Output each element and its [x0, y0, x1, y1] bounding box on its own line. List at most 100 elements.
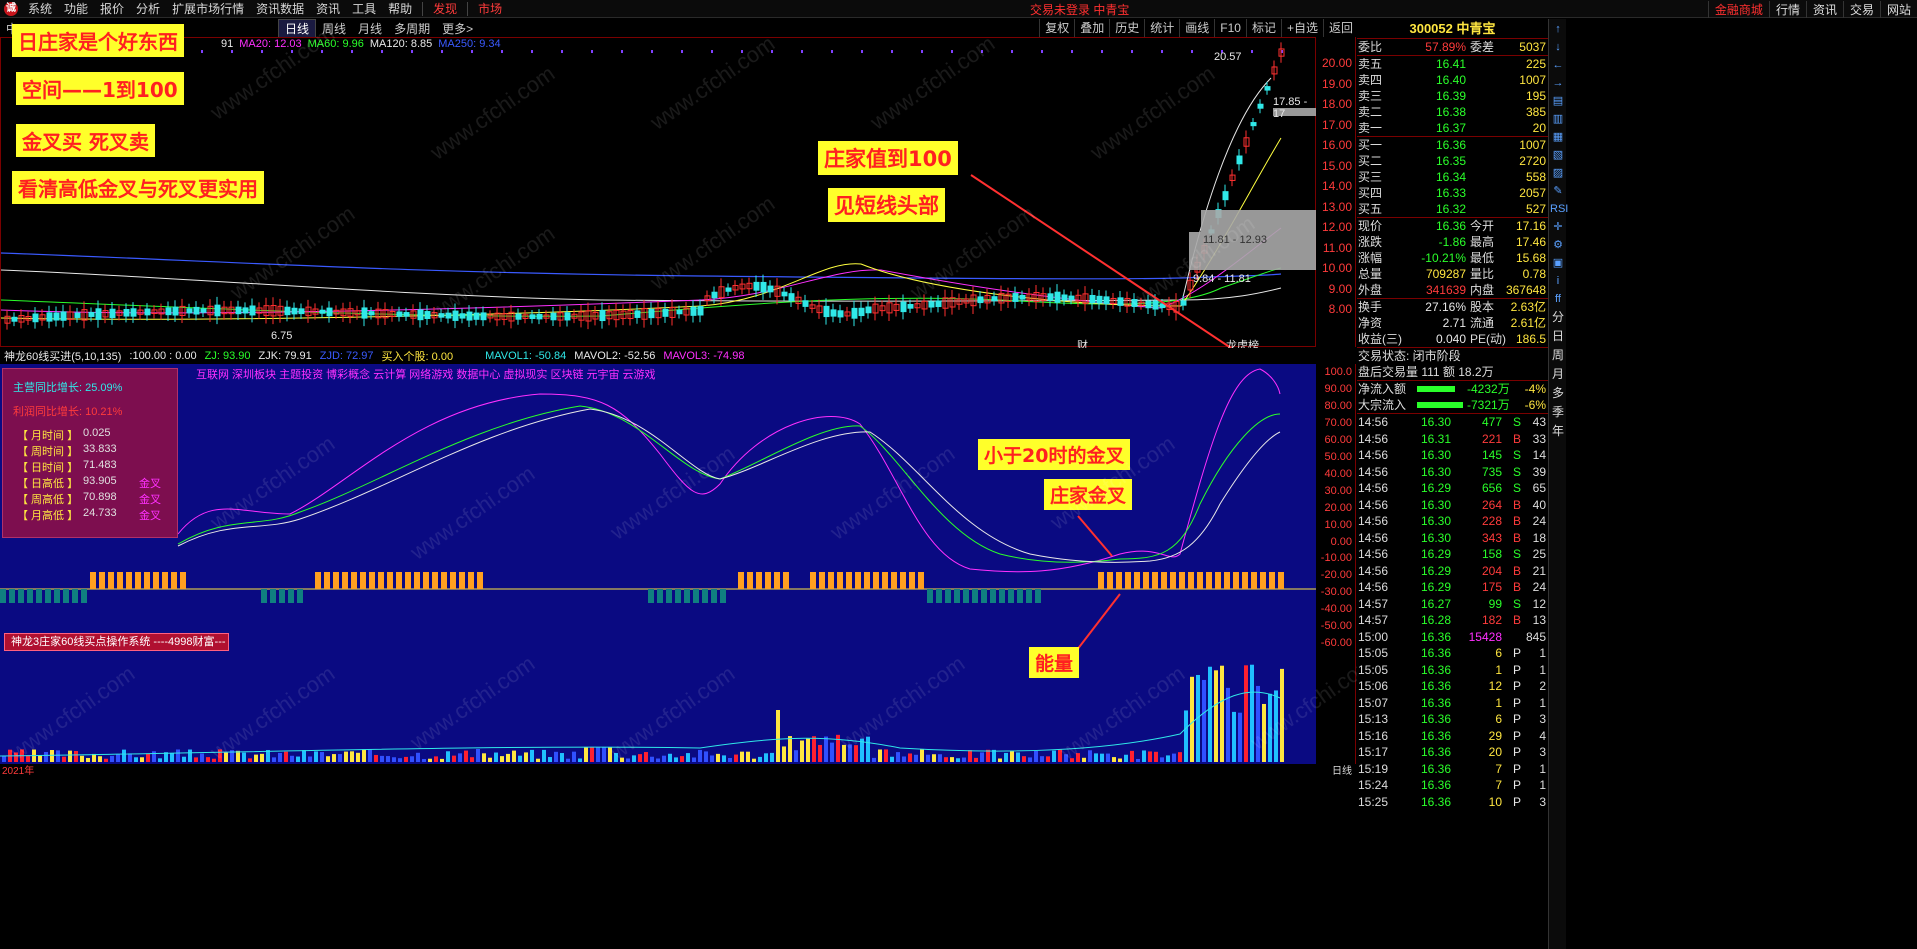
- stat-row-label2: 内盘: [1470, 283, 1495, 297]
- layout-icon[interactable]: ▣: [1550, 255, 1566, 271]
- period-side-button[interactable]: 年: [1550, 422, 1566, 440]
- chart2-icon[interactable]: ▥: [1550, 111, 1566, 127]
- system-banner-button[interactable]: 神龙3庄家60线买点操作系统 ----4998财富---: [4, 633, 229, 651]
- flow-percent: -4%: [1524, 382, 1546, 396]
- add-watchlist-button[interactable]: +自选: [1280, 19, 1323, 37]
- gear-icon[interactable]: ⚙: [1550, 237, 1566, 253]
- volume-bar: [338, 754, 342, 762]
- period-side-button[interactable]: 日: [1550, 327, 1566, 345]
- news-button[interactable]: 资讯: [1805, 0, 1843, 18]
- menu-discover[interactable]: 发现: [427, 0, 463, 17]
- period-weekly-tab[interactable]: 周线: [316, 20, 352, 37]
- restore-rights-button[interactable]: 复权: [1039, 19, 1074, 37]
- list-icon[interactable]: ▨: [1550, 165, 1566, 181]
- rsi-icon[interactable]: RSI: [1550, 201, 1568, 217]
- flow-label: 大宗流入: [1358, 398, 1407, 412]
- down-arrow-icon[interactable]: ↓: [1550, 39, 1566, 55]
- quote-button[interactable]: 行情: [1768, 0, 1806, 18]
- volume-bar: [1202, 679, 1206, 762]
- period-daily-tab[interactable]: 日线: [278, 18, 317, 38]
- fund-row: 收益(三) 0.040 PE(动) 186.5: [1357, 331, 1548, 347]
- period-side-button[interactable]: 周: [1550, 346, 1566, 364]
- energy-bar: [423, 572, 429, 589]
- period-side-button[interactable]: 季: [1550, 403, 1566, 421]
- mark-button[interactable]: 标记: [1245, 19, 1281, 37]
- back-button[interactable]: 返回: [1322, 19, 1358, 37]
- signal-dot: [381, 50, 383, 53]
- trade-button[interactable]: 交易: [1842, 0, 1880, 18]
- volume-bar: [794, 750, 798, 762]
- history-button[interactable]: 历史: [1109, 19, 1144, 37]
- energy-bar: [477, 572, 483, 589]
- volume-bar: [698, 749, 702, 762]
- menu-help[interactable]: 帮助: [382, 0, 418, 17]
- tick-row: 14:56 16.30 343 B 18: [1357, 530, 1548, 547]
- tick-time: 14:56: [1358, 563, 1389, 578]
- chart3-icon[interactable]: ▦: [1550, 129, 1566, 145]
- tick-volume: 228: [1481, 514, 1502, 528]
- period-more-tab[interactable]: 更多>: [436, 20, 479, 37]
- menu-info[interactable]: 资讯: [310, 0, 346, 17]
- candle-body: [32, 313, 39, 323]
- energy-bar: [459, 572, 465, 589]
- tick-price: 16.36: [1421, 761, 1452, 776]
- pen-icon[interactable]: ✎: [1550, 183, 1566, 199]
- price-tick: 11.00: [1322, 240, 1352, 255]
- tick-list[interactable]: 14:56 16.30 477 S 43 14:56 16.31 221 B 33 14:56 16.…: [1357, 414, 1548, 810]
- overlay-button[interactable]: 叠加: [1074, 19, 1109, 37]
- tick-row: 15:17 16.36 20 P 3: [1357, 744, 1548, 761]
- volume-bar: [674, 757, 678, 762]
- menu-tools[interactable]: 工具: [346, 0, 382, 17]
- menu-quote[interactable]: 报价: [94, 0, 130, 17]
- period-multi-tab[interactable]: 多周期: [388, 20, 436, 37]
- energy-bar: [315, 572, 321, 589]
- volume-bar: [1214, 670, 1218, 762]
- day-highlow-flag: 金叉: [139, 478, 161, 490]
- period-side-button[interactable]: 月: [1550, 365, 1566, 383]
- stats-button[interactable]: 统计: [1144, 19, 1179, 37]
- tick-price: 16.29: [1421, 481, 1452, 495]
- stock-header[interactable]: 300052 中青宝: [1357, 19, 1548, 39]
- candle-body: [1012, 293, 1019, 302]
- volume-bar: [1064, 754, 1068, 762]
- volume-bar: [776, 710, 780, 762]
- indicator-name[interactable]: 神龙60线买进(5,10,135): [0, 348, 125, 364]
- indicator-chart[interactable]: 互联网 深圳板块 主题投资 博彩概念 云计算 网络游戏 数据中心 虚拟现实 区块…: [0, 364, 1316, 764]
- volume-bar: [50, 750, 54, 762]
- energy-bar: [81, 589, 87, 603]
- menu-system[interactable]: 系统: [22, 0, 58, 17]
- energy-bar: [1035, 589, 1041, 603]
- order-diff-value: 5037: [1519, 40, 1546, 54]
- up-arrow-icon[interactable]: ↑: [1550, 21, 1566, 37]
- cross-icon[interactable]: ✛: [1550, 219, 1566, 235]
- flow-percent: -6%: [1524, 398, 1546, 412]
- volume-bar: [284, 751, 288, 762]
- chart-icon[interactable]: ▤: [1550, 93, 1566, 109]
- menu-function[interactable]: 功能: [58, 0, 94, 17]
- ask-level-value: 16.38: [1435, 105, 1466, 119]
- period-side-button[interactable]: 多: [1550, 384, 1566, 402]
- menu-info-data[interactable]: 资讯数据: [250, 0, 310, 17]
- f10-button[interactable]: F10: [1214, 19, 1246, 37]
- draw-line-button[interactable]: 画线: [1179, 19, 1214, 37]
- candle-body: [11, 316, 18, 322]
- store-button[interactable]: 金融商城: [1707, 0, 1769, 18]
- volume-bar: [578, 758, 582, 762]
- menu-analysis[interactable]: 分析: [130, 0, 166, 17]
- stat-row-value: 709287: [1425, 267, 1466, 281]
- candle-body: [186, 308, 193, 314]
- indicator-zjk: ZJK: 79.91: [258, 350, 312, 362]
- left-arrow-icon[interactable]: ←: [1550, 57, 1566, 73]
- menu-extended-market[interactable]: 扩展市场行情: [166, 0, 250, 17]
- tick-volume: 10: [1488, 794, 1502, 809]
- website-button[interactable]: 网站: [1879, 0, 1917, 18]
- revenue-growth-label: 主营同比增长:: [13, 382, 83, 394]
- info-icon[interactable]: i: [1550, 273, 1566, 289]
- menu-market[interactable]: 市场: [472, 0, 508, 17]
- right-arrow-icon[interactable]: →: [1550, 75, 1566, 91]
- period-side-button[interactable]: 分: [1550, 308, 1566, 326]
- grid-icon[interactable]: ▧: [1550, 147, 1566, 163]
- candle-body: [319, 309, 326, 314]
- period-monthly-tab[interactable]: 月线: [352, 20, 388, 37]
- ff-icon[interactable]: ff: [1550, 291, 1566, 307]
